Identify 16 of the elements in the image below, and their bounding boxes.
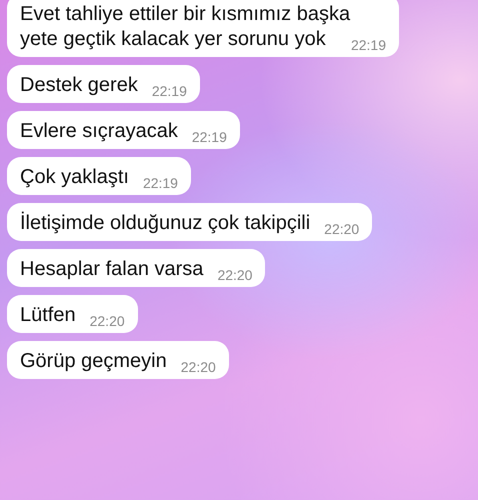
message-text: Hesaplar falan varsa bbox=[20, 258, 204, 280]
message-text: Lütfen bbox=[20, 304, 76, 326]
message-time: 22:20 bbox=[324, 220, 360, 239]
message-time: 22:19 bbox=[350, 36, 386, 55]
message-text: Görüp geçmeyin bbox=[20, 350, 167, 372]
message-text: İletişimde olduğunuz çok takipçili bbox=[20, 212, 310, 234]
message-time: 22:20 bbox=[90, 312, 125, 331]
message-time: 22:20 bbox=[217, 266, 252, 285]
message-text: Çok yaklaştı bbox=[20, 166, 129, 188]
message-text: Evet tahliye ettiler bir kısmımız başka yete geçtik kalacak yer sorunu yok bbox=[20, 3, 350, 50]
message-time: 22:19 bbox=[192, 128, 227, 147]
message-text: Destek gerek bbox=[20, 74, 138, 96]
message-text: Evlere sıçrayacak bbox=[20, 120, 178, 142]
message-time: 22:20 bbox=[180, 358, 216, 377]
message-time: 22:19 bbox=[142, 174, 178, 193]
message-time: 22:19 bbox=[152, 82, 187, 101]
